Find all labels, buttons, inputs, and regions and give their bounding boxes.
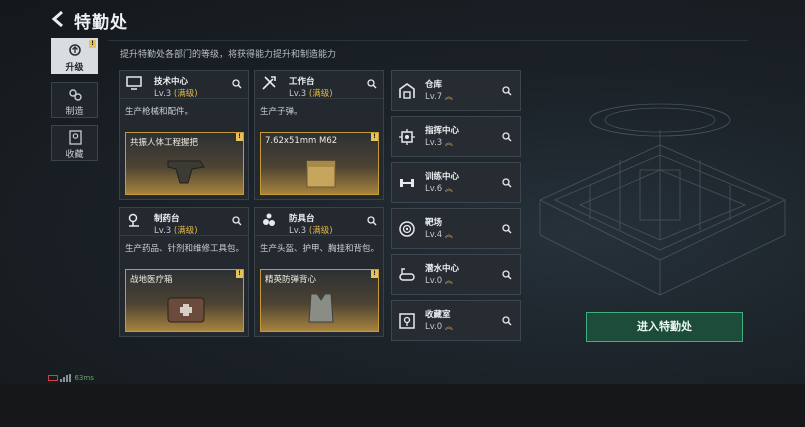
room-level: Lv.0 ︽: [425, 322, 453, 332]
room-level: Lv.0 ︽: [425, 276, 453, 286]
rank-chevron-icon: ︽: [444, 230, 453, 239]
dept-description: 生产头盔、护甲、胸挂和背包。: [260, 244, 380, 254]
target-icon: [399, 221, 415, 237]
room-name: 训练中心: [425, 172, 460, 182]
divider: [120, 235, 248, 236]
room-name: 仓库: [425, 80, 443, 90]
room-row-diving-center[interactable]: 潜水中心 Lv.0 ︽: [391, 254, 521, 295]
divider: [120, 98, 248, 99]
dept-description: 生产枪械和配件。: [125, 107, 194, 117]
dept-description: 生产药品、针剂和维修工具包。: [125, 244, 245, 254]
room-row-vault[interactable]: 收藏室 Lv.0 ︽: [391, 300, 521, 341]
craft-item-slot[interactable]: 7.62x51mm M62 !: [260, 132, 379, 195]
room-level: Lv.7 ︽: [425, 92, 453, 102]
rank-chevron-icon: ︽: [444, 138, 453, 147]
search-icon[interactable]: [502, 178, 512, 188]
search-icon[interactable]: [367, 216, 377, 226]
ping-value: 63ms: [74, 374, 94, 382]
search-icon[interactable]: [502, 316, 512, 326]
enter-hq-button[interactable]: 进入特勤处: [586, 312, 743, 342]
divider: [108, 40, 748, 41]
craft-item-slot[interactable]: 共振人体工程握把 !: [125, 132, 244, 195]
dept-name: 技术中心: [154, 77, 189, 87]
command-icon: [399, 129, 415, 145]
search-icon[interactable]: [502, 270, 512, 280]
dept-card-armor-bench[interactable]: 防具台 Lv.3 (满级) 生产头盔、护甲、胸挂和背包。 精英防弹背心 !: [254, 207, 384, 337]
microscope-icon: [128, 213, 139, 227]
alert-badge: !: [89, 40, 96, 48]
rank-chevron-icon: ︽: [444, 92, 453, 101]
collection-icon: [69, 130, 82, 145]
search-icon[interactable]: [367, 79, 377, 89]
app-root: 特勤处 提升特勤处各部门的等级，将获得能力提升和制造能力 升级 ! 制造 收藏 …: [0, 0, 805, 427]
rank-chevron-icon: ︽: [444, 322, 453, 331]
rank-chevron-icon: ︽: [444, 276, 453, 285]
base-model-illustration: [539, 103, 786, 296]
nav-label: 制造: [65, 107, 84, 117]
divider: [255, 98, 383, 99]
diving-icon: [399, 268, 415, 281]
ammo-box-image: [306, 160, 336, 188]
network-status: 63ms: [48, 374, 94, 382]
page-title: 特勤处: [74, 13, 128, 33]
record-icon: [48, 375, 58, 381]
search-icon[interactable]: [232, 79, 242, 89]
room-name: 潜水中心: [425, 264, 460, 274]
divider: [255, 235, 383, 236]
warehouse-icon: [399, 83, 415, 99]
alert-badge: !: [371, 270, 378, 278]
nav-craft[interactable]: 制造: [51, 82, 98, 118]
search-icon[interactable]: [502, 86, 512, 96]
back-arrow-icon[interactable]: [50, 10, 66, 28]
bottom-strip: [0, 384, 805, 427]
dept-name: 防具台: [289, 214, 315, 224]
grip-item-image: [167, 160, 205, 184]
dept-description: 生产子弹。: [260, 107, 303, 117]
dept-card-pharmacy[interactable]: 制药台 Lv.3 (满级) 生产药品、针剂和维修工具包。 战地医疗箱 !: [119, 207, 249, 337]
nav-upgrade[interactable]: 升级 !: [51, 38, 98, 74]
nav-label: 升级: [65, 63, 84, 73]
rank-chevron-icon: ︽: [444, 184, 453, 193]
gears-icon: [69, 89, 82, 101]
room-level: Lv.6 ︽: [425, 184, 453, 194]
room-level: Lv.3 ︽: [425, 138, 453, 148]
search-icon[interactable]: [502, 132, 512, 142]
dept-name: 工作台: [289, 77, 315, 87]
vest-image: [308, 293, 334, 323]
upgrade-icon: [69, 44, 81, 56]
dumbbell-icon: [400, 179, 414, 187]
alert-badge: !: [236, 270, 243, 278]
medkit-image: [167, 297, 205, 323]
signal-icon: [60, 374, 72, 382]
item-name: 战地医疗箱: [130, 275, 173, 285]
item-name: 精英防弹背心: [265, 275, 317, 285]
craft-item-slot[interactable]: 精英防弹背心 !: [260, 269, 379, 332]
room-name: 收藏室: [425, 310, 451, 320]
room-row-warehouse[interactable]: 仓库 Lv.7 ︽: [391, 70, 521, 111]
search-icon[interactable]: [232, 216, 242, 226]
dept-card-workbench[interactable]: 工作台 Lv.3 (满级) 生产子弹。 7.62x51mm M62 !: [254, 70, 384, 200]
search-icon[interactable]: [502, 224, 512, 234]
room-name: 指挥中心: [425, 126, 460, 136]
dept-name: 制药台: [154, 214, 180, 224]
room-row-shooting-range[interactable]: 靶场 Lv.4 ︽: [391, 208, 521, 249]
page-subtitle: 提升特勤处各部门的等级，将获得能力提升和制造能力: [120, 50, 337, 60]
item-name: 共振人体工程握把: [130, 138, 199, 148]
item-name: 7.62x51mm M62: [265, 136, 338, 146]
room-row-training-center[interactable]: 训练中心 Lv.6 ︽: [391, 162, 521, 203]
nav-label: 收藏: [65, 150, 84, 160]
dept-card-tech-center[interactable]: 技术中心 Lv.3 (满级) 生产枪械和配件。 共振人体工程握把 !: [119, 70, 249, 200]
monitor-icon: [126, 76, 142, 90]
room-row-command-center[interactable]: 指挥中心 Lv.3 ︽: [391, 116, 521, 157]
nav-collection[interactable]: 收藏: [51, 125, 98, 161]
craft-item-slot[interactable]: 战地医疗箱 !: [125, 269, 244, 332]
vault-icon: [399, 313, 415, 329]
room-name: 靶场: [425, 218, 443, 228]
room-level: Lv.4 ︽: [425, 230, 453, 240]
tools-icon: [262, 76, 276, 90]
armor-icon: [263, 213, 275, 226]
alert-badge: !: [371, 133, 378, 141]
header: 特勤处: [0, 0, 805, 38]
alert-badge: !: [236, 133, 243, 141]
